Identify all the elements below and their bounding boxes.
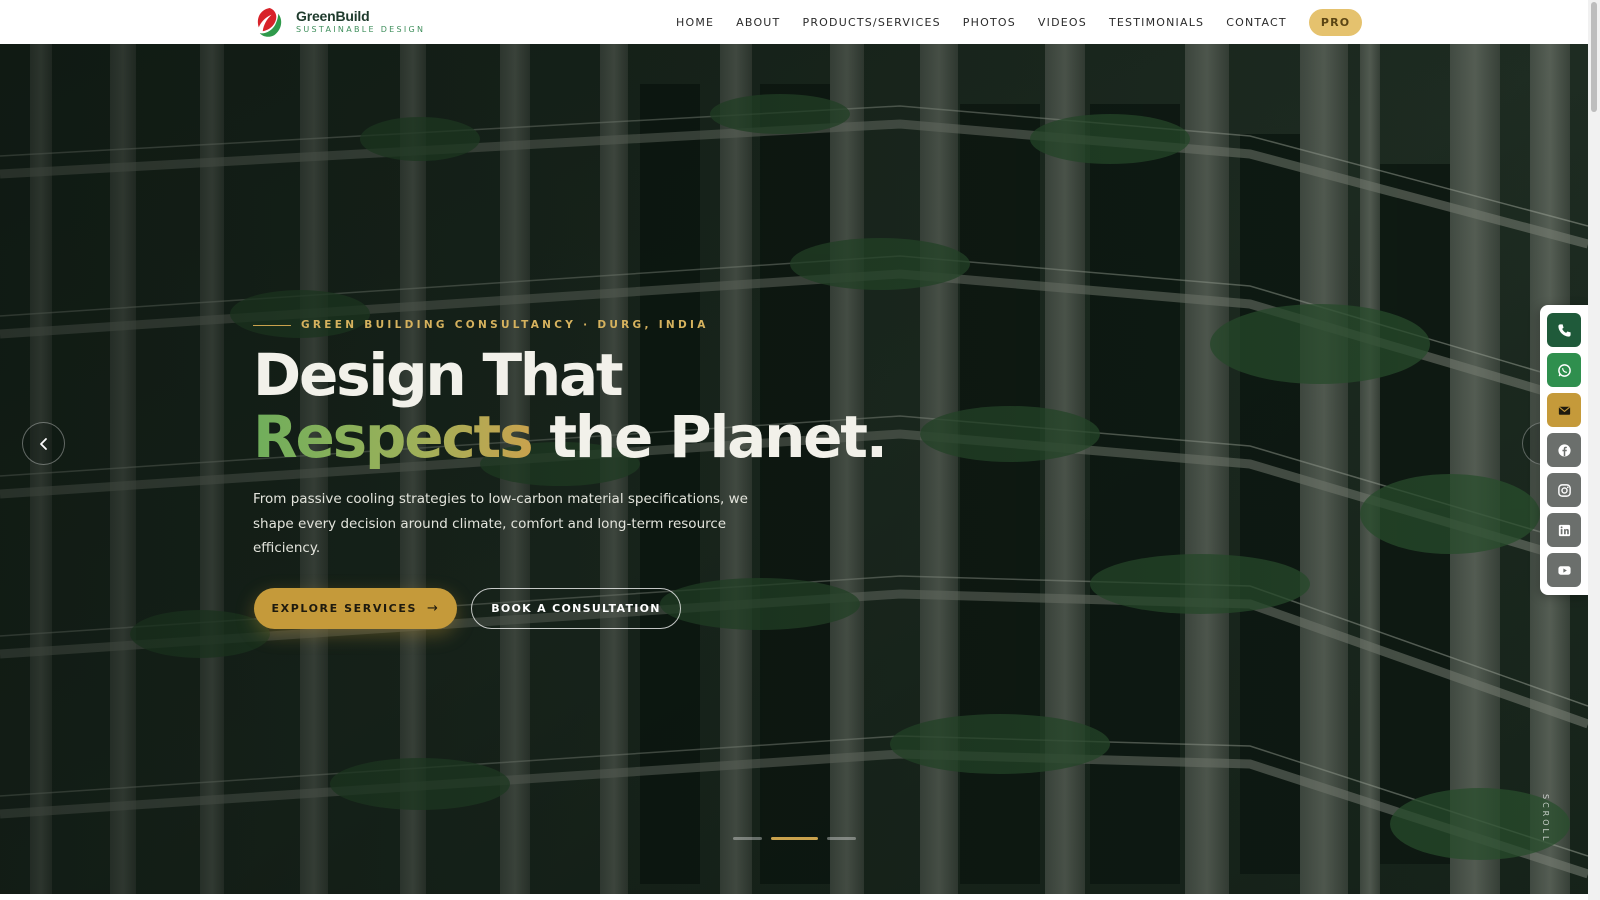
book-consultation-button[interactable]: BOOK A CONSULTATION — [471, 588, 681, 629]
instagram-icon — [1557, 483, 1571, 497]
whatsapp-button[interactable] — [1547, 353, 1581, 387]
brand-text: GreenBuild SUSTAINABLE DESIGN — [296, 9, 425, 35]
social-rail — [1540, 305, 1588, 595]
nav-home[interactable]: HOME — [676, 16, 714, 29]
hero-eyebrow: GREEN BUILDING CONSULTANCY · DURG, INDIA — [253, 319, 709, 331]
explore-services-button[interactable]: EXPLORE SERVICES → — [254, 588, 457, 629]
pro-button[interactable]: PRO — [1308, 8, 1363, 36]
slider-dot-1[interactable] — [733, 837, 762, 840]
instagram-button[interactable] — [1547, 473, 1581, 507]
slider-dot-2[interactable] — [771, 837, 818, 840]
facebook-button[interactable] — [1547, 433, 1581, 467]
slider-prev-button[interactable] — [22, 422, 65, 465]
site-header: GreenBuild SUSTAINABLE DESIGN HOME ABOUT… — [0, 0, 1588, 44]
facebook-icon — [1557, 443, 1571, 457]
phone-button[interactable] — [1547, 313, 1581, 347]
eyebrow-divider — [253, 324, 291, 326]
brand-tagline: SUSTAINABLE DESIGN — [296, 25, 426, 34]
headline-line-2-rest: the Planet. — [531, 403, 887, 471]
nav-videos[interactable]: VIDEOS — [1038, 16, 1087, 29]
explore-services-label: EXPLORE SERVICES — [271, 602, 417, 615]
linkedin-icon — [1558, 524, 1570, 536]
headline-line-1: Design That — [253, 341, 624, 409]
youtube-button[interactable] — [1547, 553, 1581, 587]
slider-pagination — [733, 837, 865, 840]
eyebrow-text: GREEN BUILDING CONSULTANCY · DURG, INDIA — [301, 319, 709, 331]
page-bottom-edge — [0, 894, 1588, 900]
book-consultation-label: BOOK A CONSULTATION — [491, 602, 661, 615]
chevron-left-icon — [39, 437, 47, 450]
youtube-icon — [1557, 565, 1571, 575]
leaf-logo-icon — [253, 6, 286, 38]
email-icon — [1558, 406, 1570, 415]
headline-accent-word: Respects — [253, 403, 534, 471]
brand-logo-link[interactable]: GreenBuild SUSTAINABLE DESIGN — [253, 4, 425, 40]
nav-products-services[interactable]: PRODUCTS/SERVICES — [802, 16, 940, 29]
phone-icon — [1557, 323, 1571, 337]
linkedin-button[interactable] — [1547, 513, 1581, 547]
brand-name: GreenBuild — [296, 8, 370, 24]
nav-about[interactable]: ABOUT — [736, 16, 780, 29]
nav-photos[interactable]: PHOTOS — [963, 16, 1016, 29]
nav-testimonials[interactable]: TESTIMONIALS — [1109, 16, 1204, 29]
hero-headline: Design That Respects the Planet. — [253, 341, 888, 471]
email-button[interactable] — [1547, 393, 1581, 427]
whatsapp-icon — [1557, 363, 1571, 377]
hero-subcopy: From passive cooling strategies to low-c… — [253, 491, 748, 556]
scrollbar-thumb[interactable] — [1591, 2, 1597, 112]
page-scrollbar[interactable] — [1588, 0, 1600, 900]
hero-slider: GREEN BUILDING CONSULTANCY · DURG, INDIA… — [0, 44, 1588, 894]
main-nav: HOME ABOUT PRODUCTS/SERVICES PHOTOS VIDE… — [676, 0, 1363, 44]
scroll-hint: SCROLL — [1541, 794, 1550, 844]
arrow-right-icon: → — [426, 601, 440, 616]
slider-dot-3[interactable] — [827, 837, 856, 840]
nav-contact[interactable]: CONTACT — [1226, 16, 1287, 29]
